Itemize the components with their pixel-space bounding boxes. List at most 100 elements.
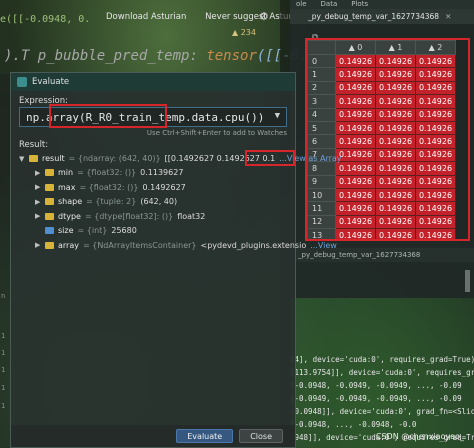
row-header: 6 xyxy=(307,134,336,149)
row-header: 2 xyxy=(307,80,336,96)
console-line: [-0.0948, -0.0949, -0.0949, ..., -0.09 xyxy=(290,381,462,390)
field-icon xyxy=(45,169,54,176)
table-row: 6 0.14926 0.14926 0.14926 xyxy=(307,134,456,149)
evaluate-icon xyxy=(17,77,27,87)
row-header: 4 xyxy=(307,107,336,122)
tree-child-min[interactable]: ▶ min = {float32: ()} 0.1139627 xyxy=(35,166,183,179)
table-cell[interactable]: 0.14926 xyxy=(415,107,456,122)
table-cell[interactable]: 0.14926 xyxy=(415,147,456,163)
table-row: 2 0.14926 0.14926 0.14926 xyxy=(307,80,456,96)
table-cell[interactable]: 0.14926 xyxy=(415,214,456,230)
table-cell[interactable]: 0.14926 xyxy=(335,67,376,82)
tab-console[interactable]: ole xyxy=(296,0,307,9)
view-as-array-highlight xyxy=(245,150,295,166)
table-cell[interactable]: 0.14926 xyxy=(375,214,416,230)
table-cell[interactable]: 0.14926 xyxy=(335,228,376,239)
table-cell[interactable]: 0.14926 xyxy=(415,201,456,216)
tree-child-dtype[interactable]: ▶ dtype = {dtype[float32]: ()} float32 xyxy=(35,210,205,223)
table-row: 0 0.14926 0.14926 0.14926 xyxy=(307,53,456,69)
column-header[interactable]: ▲ 0 xyxy=(335,40,376,55)
table-cell[interactable]: 0.14926 xyxy=(335,134,376,149)
table-cell[interactable]: 0.14926 xyxy=(335,53,376,69)
table-cell[interactable]: 0.14926 xyxy=(375,94,416,109)
tree-child-array[interactable]: ▶ array = {NdArrayItemsContainer} <pydevd_p… xyxy=(35,239,337,252)
close-button[interactable]: Close xyxy=(239,429,283,443)
table-cell[interactable]: 0.14926 xyxy=(415,134,456,149)
table-cell[interactable]: 0.14926 xyxy=(335,80,376,96)
chevron-down-icon[interactable]: ▼ xyxy=(275,111,280,121)
tree-child-shape[interactable]: ▶ shape = {tuple: 2} (642, 40) xyxy=(35,195,177,208)
tab-plots[interactable]: Plots xyxy=(351,0,368,9)
column-header[interactable]: ▲ 2 xyxy=(415,40,456,55)
evaluate-dialog: Evaluate Expression: np.array(R_R0_train… xyxy=(10,72,342,448)
field-icon xyxy=(45,183,54,191)
row-header: 11 xyxy=(307,201,336,216)
table-cell[interactable]: 0.14926 xyxy=(375,147,416,163)
table-cell[interactable]: 0.14926 xyxy=(375,120,416,136)
table-cell[interactable]: 0.14926 xyxy=(375,80,416,96)
close-icon[interactable]: ✕ xyxy=(445,12,451,21)
chevron-right-icon[interactable]: ▶ xyxy=(35,169,45,177)
download-language-link[interactable]: Download Asturian xyxy=(106,12,186,22)
table-cell[interactable]: 0.14926 xyxy=(375,187,416,203)
table-cell[interactable]: 0.14926 xyxy=(375,107,416,122)
array-grid-highlight: ▲ 0 ▲ 1 ▲ 2 0 0.14926 0.14926 0.14926 1 0.149… xyxy=(305,38,470,241)
view-link[interactable]: ...View xyxy=(310,241,337,250)
tree-child-max[interactable]: ▶ max = {float32: ()} 0.1492627 xyxy=(35,181,186,194)
row-header: 3 xyxy=(307,94,336,109)
warning-count-badge[interactable]: ▲ 234 xyxy=(232,28,256,37)
warning-icon: ▲ xyxy=(232,28,239,37)
chevron-right-icon[interactable]: ▶ xyxy=(35,198,45,206)
console-line: [113.9754]], device='cuda:0', requires_g… xyxy=(290,368,474,377)
table-cell[interactable]: 0.14926 xyxy=(335,174,376,189)
table-cell[interactable]: 0.14926 xyxy=(415,67,456,82)
table-cell[interactable]: 0.14926 xyxy=(335,107,376,122)
chevron-right-icon[interactable]: ▶ xyxy=(35,241,45,249)
table-cell[interactable]: 0.14926 xyxy=(415,80,456,96)
table-corner xyxy=(307,40,336,55)
scrollbar[interactable] xyxy=(465,270,470,292)
table-cell[interactable]: 0.14926 xyxy=(375,201,416,216)
table-cell[interactable]: 0.14926 xyxy=(335,187,376,203)
table-cell[interactable]: 0.14926 xyxy=(415,187,456,203)
gear-icon[interactable]: ⚙ xyxy=(259,10,269,23)
row-header: 0 xyxy=(307,53,336,69)
table-cell[interactable]: 0.14926 xyxy=(335,214,376,230)
table-cell[interactable]: 0.14926 xyxy=(375,174,416,189)
table-cell[interactable]: 0.14926 xyxy=(375,228,416,239)
chevron-right-icon[interactable]: ▶ xyxy=(35,183,45,191)
result-label: Result: xyxy=(19,140,49,150)
table-cell[interactable]: 0.14926 xyxy=(415,161,456,176)
table-cell[interactable]: 0.14926 xyxy=(375,67,416,82)
table-row: 12 0.14926 0.14926 0.14926 xyxy=(307,214,456,230)
table-cell[interactable]: 0.14926 xyxy=(375,134,416,149)
chevron-right-icon[interactable]: ▶ xyxy=(35,212,45,220)
table-cell[interactable]: 0.14926 xyxy=(375,53,416,69)
evaluate-button[interactable]: Evaluate xyxy=(176,429,234,443)
tab-data[interactable]: Data xyxy=(321,0,338,9)
table-cell[interactable]: 0.14926 xyxy=(335,120,376,136)
table-row: 9 0.14926 0.14926 0.14926 xyxy=(307,174,456,189)
table-row: 1 0.14926 0.14926 0.14926 xyxy=(307,67,456,82)
dialog-footer: Evaluate Close xyxy=(11,425,295,447)
table-cell[interactable]: 0.14926 xyxy=(415,174,456,189)
dialog-title-bar[interactable]: Evaluate xyxy=(11,73,295,91)
tree-child-size[interactable]: size = {int} 25680 xyxy=(35,224,137,237)
data-viewer-panel: ole Data Plots _py_debug_temp_var_162773… xyxy=(290,0,474,298)
table-cell[interactable]: 0.14926 xyxy=(335,94,376,109)
editor-gutter: n 1 1 1 1 1 xyxy=(0,74,10,448)
table-cell[interactable]: 0.14926 xyxy=(375,161,416,176)
table-cell[interactable]: 0.14926 xyxy=(335,201,376,216)
row-header: 1 xyxy=(307,67,336,82)
column-header[interactable]: ▲ 1 xyxy=(375,40,416,55)
table-cell[interactable]: 0.14926 xyxy=(415,53,456,69)
table-cell[interactable]: 0.14926 xyxy=(415,120,456,136)
array-table: ▲ 0 ▲ 1 ▲ 2 0 0.14926 0.14926 0.14926 1 0.149… xyxy=(307,40,456,239)
console-line: [-0.0949, -0.0949, -0.0949, ..., -0.09 xyxy=(290,394,462,403)
table-row: 11 0.14926 0.14926 0.14926 xyxy=(307,201,456,216)
watermark: CSDN @chenxiaoyao_ xyxy=(375,432,464,441)
tab-debug-var[interactable]: _py_debug_temp_var_1627734368 ✕ xyxy=(290,9,474,24)
chevron-down-icon[interactable]: ▼ xyxy=(19,155,29,163)
table-cell[interactable]: 0.14926 xyxy=(415,94,456,109)
table-cell[interactable]: 0.14926 xyxy=(415,228,456,239)
